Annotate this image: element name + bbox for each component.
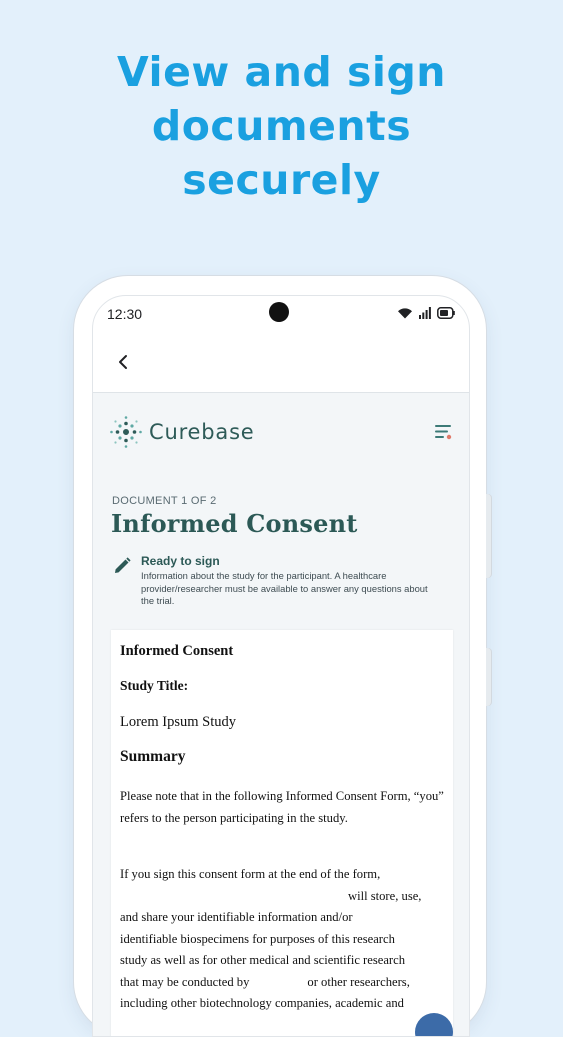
headline: View and sign documents securely — [0, 45, 563, 207]
document-title: Informed Consent — [111, 509, 358, 538]
back-button[interactable] — [111, 350, 135, 374]
study-title-label: Study Title: — [120, 678, 189, 693]
brand-name: Curebase — [149, 420, 255, 444]
status-time: 12:30 — [107, 306, 143, 322]
doc-heading: Informed Consent — [120, 643, 234, 659]
summary-paragraph: Please note that in the following Inform… — [120, 789, 444, 825]
consent-line: identifiable biospecimens for purposes o… — [120, 931, 395, 946]
headline-line-2: documents — [151, 102, 412, 150]
status-bar: 12:30 — [93, 296, 469, 336]
status-label: Ready to sign — [141, 554, 220, 568]
consent-line: that may be conducted by or other researc… — [120, 972, 446, 994]
headline-line-1: View and sign — [117, 48, 446, 96]
pencil-icon — [115, 557, 131, 573]
curebase-dots-logo — [110, 416, 142, 448]
consent-line-part: or other researchers, — [307, 974, 410, 989]
consent-line: and share your identifiable information … — [120, 910, 353, 924]
phone-volume-button — [486, 648, 491, 706]
chevron-left-icon — [119, 355, 127, 369]
status-description: Information about the study for the part… — [141, 570, 428, 606]
app-bar — [93, 336, 469, 393]
document-counter: DOCUMENT 1 OF 2 — [112, 495, 217, 507]
headline-line-3: securely — [182, 156, 381, 204]
study-title-value: Lorem Ipsum Study — [120, 714, 236, 730]
filter-menu-icon — [435, 425, 452, 440]
signal-icon — [419, 307, 431, 319]
phone-screen: 12:30 Curebase DOCUMENT 1 OF 2 Informed … — [92, 295, 470, 1037]
battery-icon — [437, 307, 455, 319]
wifi-icon — [398, 308, 412, 319]
consent-line-part: that may be conducted by — [120, 974, 250, 989]
consent-paragraph: If you sign this consent form at the end… — [120, 864, 446, 1015]
filter-menu-button[interactable] — [433, 423, 455, 441]
status-icons — [397, 307, 455, 319]
camera-cutout — [269, 302, 289, 322]
consent-line: including other biotechnology companies,… — [120, 996, 404, 1010]
phone-frame: 12:30 Curebase DOCUMENT 1 OF 2 Informed … — [74, 276, 491, 1037]
brand-header: Curebase — [109, 415, 255, 449]
phone-power-button — [486, 494, 491, 578]
consent-line: If you sign this consent form at the end… — [120, 867, 381, 881]
document-screen: Curebase DOCUMENT 1 OF 2 Informed Consen… — [93, 393, 469, 1036]
consent-line: will store, use, — [348, 888, 422, 903]
consent-line: study as well as for other medical and s… — [120, 953, 405, 967]
document-viewer[interactable]: Informed Consent Study Title: Lorem Ipsu… — [111, 630, 453, 1036]
summary-heading: Summary — [120, 748, 186, 765]
